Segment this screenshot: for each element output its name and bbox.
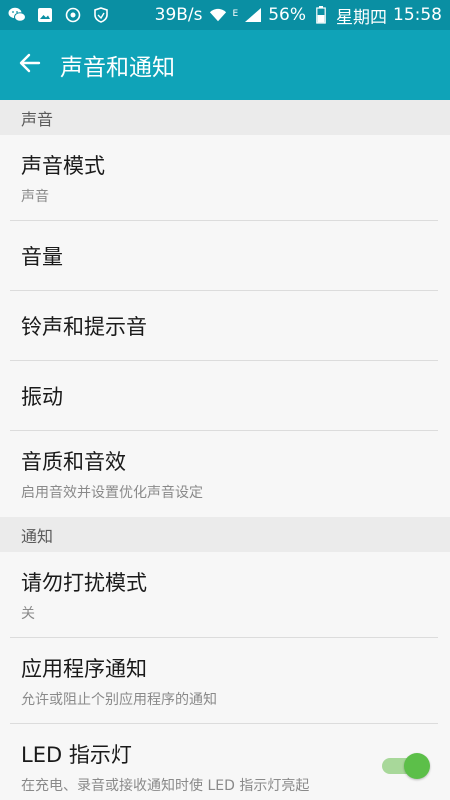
status-bar: 39B/s E 56% 星期四 15:58 — [0, 0, 450, 30]
item-subtitle: 允许或阻止个别应用程序的通知 — [21, 692, 217, 708]
item-title: 应用程序通知 — [21, 657, 147, 681]
sound-mode-item[interactable]: 声音模式 声音 — [0, 135, 450, 221]
item-title: 请勿打扰模式 — [21, 571, 147, 595]
app-bar: 声音和通知 — [0, 30, 450, 100]
item-subtitle: 关 — [21, 606, 35, 622]
item-title: 声音模式 — [21, 154, 105, 178]
sound-quality-item[interactable]: 音质和音效 启用音效并设置优化声音设定 — [0, 431, 450, 517]
item-title: 铃声和提示音 — [21, 315, 147, 339]
app-notifications-item[interactable]: 应用程序通知 允许或阻止个别应用程序的通知 — [0, 638, 450, 724]
image-icon — [36, 6, 54, 24]
status-right: 39B/s E 56% 星期四 15:58 — [155, 3, 442, 28]
ringtone-item[interactable]: 铃声和提示音 — [0, 291, 450, 361]
item-subtitle: 启用音效并设置优化声音设定 — [21, 485, 203, 501]
item-subtitle: 在充电、录音或接收通知时使 LED 指示灯亮起 — [21, 778, 310, 794]
section-header-sound: 声音 — [0, 100, 450, 135]
shield-icon — [92, 6, 110, 24]
item-subtitle: 声音 — [21, 189, 49, 205]
status-left-icons — [8, 6, 110, 24]
battery-percent: 56% — [268, 5, 306, 25]
signal-icon — [244, 6, 262, 24]
back-button[interactable] — [0, 30, 60, 100]
item-title: LED 指示灯 — [21, 743, 132, 767]
settings-list[interactable]: 声音 声音模式 声音 音量 铃声和提示音 振动 音质和音效 启用音效并设置优化声… — [0, 100, 450, 800]
item-title: 音质和音效 — [21, 450, 126, 474]
network-type-label: E — [232, 8, 239, 19]
item-title: 音量 — [21, 245, 63, 269]
section-header-notifications: 通知 — [0, 517, 450, 552]
back-arrow-icon — [19, 52, 41, 78]
vibration-item[interactable]: 振动 — [0, 361, 450, 431]
item-title: 振动 — [21, 385, 63, 409]
toggle-knob — [404, 753, 430, 779]
volume-item[interactable]: 音量 — [0, 221, 450, 291]
target-icon — [64, 6, 82, 24]
network-speed: 39B/s — [154, 5, 203, 25]
page-title: 声音和通知 — [60, 55, 175, 81]
do-not-disturb-item[interactable]: 请勿打扰模式 关 — [0, 552, 450, 638]
led-indicator-item[interactable]: LED 指示灯 在充电、录音或接收通知时使 LED 指示灯亮起 — [0, 724, 450, 800]
battery-icon — [312, 6, 330, 24]
wechat-icon — [8, 6, 26, 24]
wifi-icon — [209, 6, 227, 24]
weekday: 星期四 — [336, 7, 387, 28]
clock: 15:58 — [393, 5, 442, 25]
led-indicator-toggle[interactable] — [382, 753, 430, 779]
